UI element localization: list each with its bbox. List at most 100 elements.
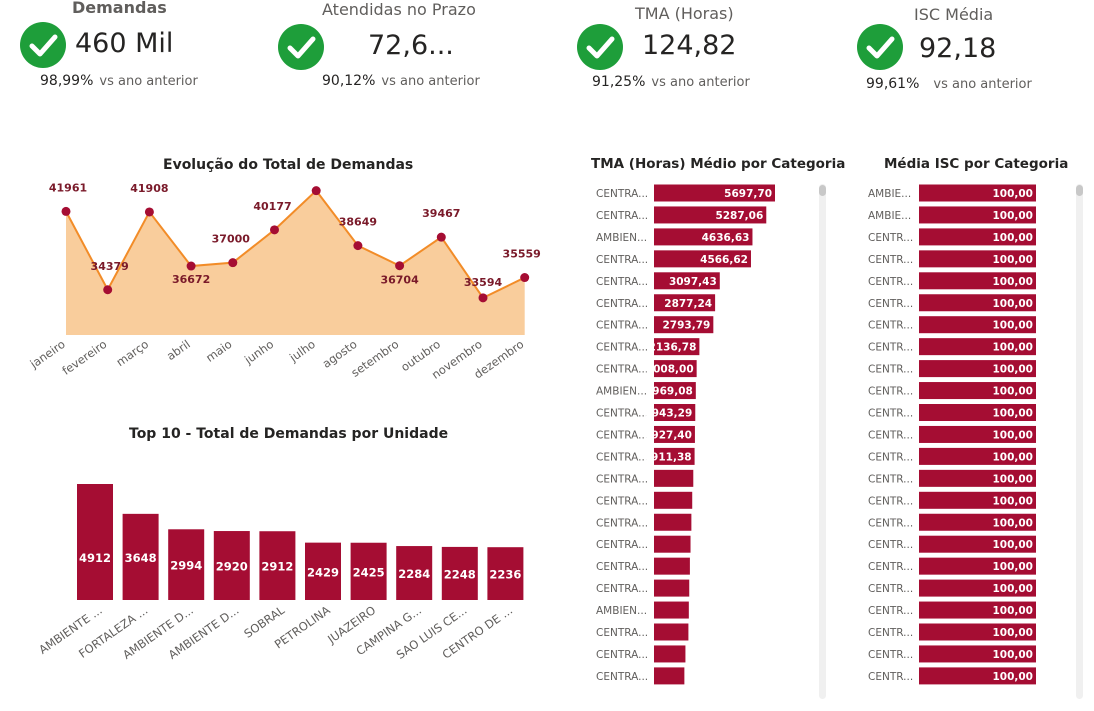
kpi-vs-label: vs ano anterior bbox=[99, 74, 198, 89]
area-chart: 4196134379419083667237000401774397138649… bbox=[27, 181, 541, 381]
data-label: 35559 bbox=[503, 248, 541, 261]
bar[interactable] bbox=[654, 513, 692, 531]
scrollbar-thumb[interactable] bbox=[1076, 185, 1083, 196]
category-label: CENTRA... bbox=[596, 583, 648, 595]
data-point[interactable] bbox=[353, 241, 363, 251]
kpi-vs-label: vs ano anterior bbox=[651, 75, 750, 90]
kpi-card-isc: ISC Média 92,18 99,61% vs ano anterior bbox=[850, 0, 1090, 100]
data-point[interactable] bbox=[144, 207, 154, 217]
data-point[interactable] bbox=[520, 273, 530, 283]
data-label: 100,00 bbox=[992, 583, 1033, 595]
data-label: 40177 bbox=[253, 200, 291, 213]
data-label: 4566,62 bbox=[700, 254, 748, 266]
data-label: 5287,06 bbox=[715, 210, 763, 222]
data-label: 2236 bbox=[489, 568, 521, 582]
check-circle-icon bbox=[857, 24, 903, 70]
data-label: 41961 bbox=[49, 181, 87, 194]
category-label: CENTR... bbox=[868, 517, 913, 529]
kpi-pct: 90,12% bbox=[322, 73, 376, 89]
category-label: AMBIE... bbox=[868, 188, 911, 200]
data-label: 2793,79 bbox=[663, 320, 711, 332]
bar[interactable] bbox=[77, 484, 113, 600]
data-label: 41908 bbox=[130, 182, 168, 195]
kpi-card-tma: TMA (Horas) 124,82 91,25% vs ano anterior bbox=[570, 0, 830, 100]
x-tick-label: fevereiro bbox=[59, 337, 109, 378]
category-label: CENTRA... bbox=[596, 298, 648, 310]
data-label: 4636,63 bbox=[702, 232, 750, 244]
data-point[interactable] bbox=[228, 258, 238, 268]
area-chart-title: Evolução do Total de Demandas bbox=[163, 157, 414, 173]
data-point[interactable] bbox=[436, 232, 446, 242]
data-point[interactable] bbox=[103, 285, 113, 295]
kpi-value: 124,82 bbox=[642, 30, 737, 61]
kpi-pct: 99,61% bbox=[866, 76, 920, 92]
kpi-pct: 91,25% bbox=[592, 74, 646, 90]
x-tick-label: junho bbox=[241, 337, 276, 367]
bar[interactable] bbox=[654, 535, 691, 553]
kpi-card-atendidas: Atendidas no Prazo 72,6... 90,12% vs ano … bbox=[270, 0, 530, 100]
data-point[interactable] bbox=[270, 225, 279, 235]
scrollbar-track[interactable] bbox=[1076, 184, 1083, 699]
check-circle-icon bbox=[577, 24, 623, 70]
kpi-title: TMA (Horas) bbox=[635, 4, 734, 23]
data-point[interactable] bbox=[311, 186, 321, 196]
bar[interactable] bbox=[654, 645, 686, 663]
data-label: 2877,24 bbox=[664, 298, 712, 310]
data-point[interactable] bbox=[61, 206, 71, 216]
data-label: 2008,00 bbox=[646, 364, 694, 376]
kpi-title: Demandas bbox=[72, 0, 167, 17]
bar[interactable] bbox=[654, 491, 693, 509]
kpi-title: ISC Média bbox=[914, 5, 994, 24]
category-label: CENTRA... bbox=[596, 320, 648, 332]
data-label: 100,00 bbox=[992, 232, 1033, 244]
check-circle-icon bbox=[278, 24, 324, 70]
data-label: 5697,70 bbox=[724, 188, 772, 200]
category-label: CENTR... bbox=[868, 276, 913, 288]
scrollbar-thumb[interactable] bbox=[819, 185, 826, 196]
category-label: CENTR... bbox=[868, 627, 913, 639]
data-label: 37000 bbox=[212, 233, 251, 246]
scrollbar-track[interactable] bbox=[819, 184, 826, 699]
bar[interactable] bbox=[654, 601, 689, 619]
data-label: 100,00 bbox=[992, 649, 1033, 661]
kpi-pct: 98,99% bbox=[40, 73, 94, 89]
kpi-value: 92,18 bbox=[919, 33, 997, 64]
data-label: 36672 bbox=[172, 273, 210, 286]
category-label: CENTRA... bbox=[596, 451, 648, 463]
category-label: CENTR... bbox=[868, 254, 913, 266]
bar[interactable] bbox=[654, 623, 689, 641]
tma-bar-chart[interactable]: CENTRA... 5697,70 CENTRA... 5287,06 AMBIEN..… bbox=[585, 182, 840, 702]
category-label: CENTR... bbox=[868, 495, 913, 507]
data-label: 100,00 bbox=[992, 473, 1033, 485]
category-label: CENTR... bbox=[868, 561, 913, 573]
category-label: CENTRA... bbox=[596, 627, 648, 639]
category-label: CENTR... bbox=[868, 342, 913, 354]
data-label: 100,00 bbox=[992, 342, 1033, 354]
bar[interactable] bbox=[654, 557, 690, 575]
data-label: 100,00 bbox=[992, 188, 1033, 200]
category-label: CENTRA... bbox=[596, 429, 648, 441]
data-point[interactable] bbox=[478, 293, 488, 303]
data-label: 2425 bbox=[353, 565, 385, 579]
category-label: AMBIE... bbox=[868, 210, 911, 222]
data-point[interactable] bbox=[395, 261, 405, 271]
data-label: 2920 bbox=[216, 560, 248, 574]
data-label: 100,00 bbox=[992, 495, 1033, 507]
category-label: CENTRA... bbox=[596, 517, 648, 529]
category-label: CENTR... bbox=[868, 671, 913, 683]
data-label: 100,00 bbox=[992, 210, 1033, 222]
data-label: 100,00 bbox=[992, 605, 1033, 617]
bar[interactable] bbox=[654, 667, 685, 685]
kpi-comparison: 90,12% vs ano anterior bbox=[322, 73, 480, 89]
kpi-vs-label: vs ano anterior bbox=[381, 74, 480, 89]
isc-bar-chart[interactable]: AMBIE... 100,00 AMBIE... 100,00 CENTR... 100,… bbox=[860, 182, 1090, 702]
data-label: 3648 bbox=[125, 551, 157, 565]
bar[interactable] bbox=[654, 579, 690, 597]
data-point[interactable] bbox=[186, 261, 196, 271]
bar[interactable] bbox=[654, 469, 694, 487]
category-label: CENTR... bbox=[868, 232, 913, 244]
data-label: 100,00 bbox=[992, 429, 1033, 441]
data-label: 2912 bbox=[261, 560, 293, 574]
data-label: 1911,38 bbox=[644, 451, 692, 463]
category-label: CENTR... bbox=[868, 605, 913, 617]
